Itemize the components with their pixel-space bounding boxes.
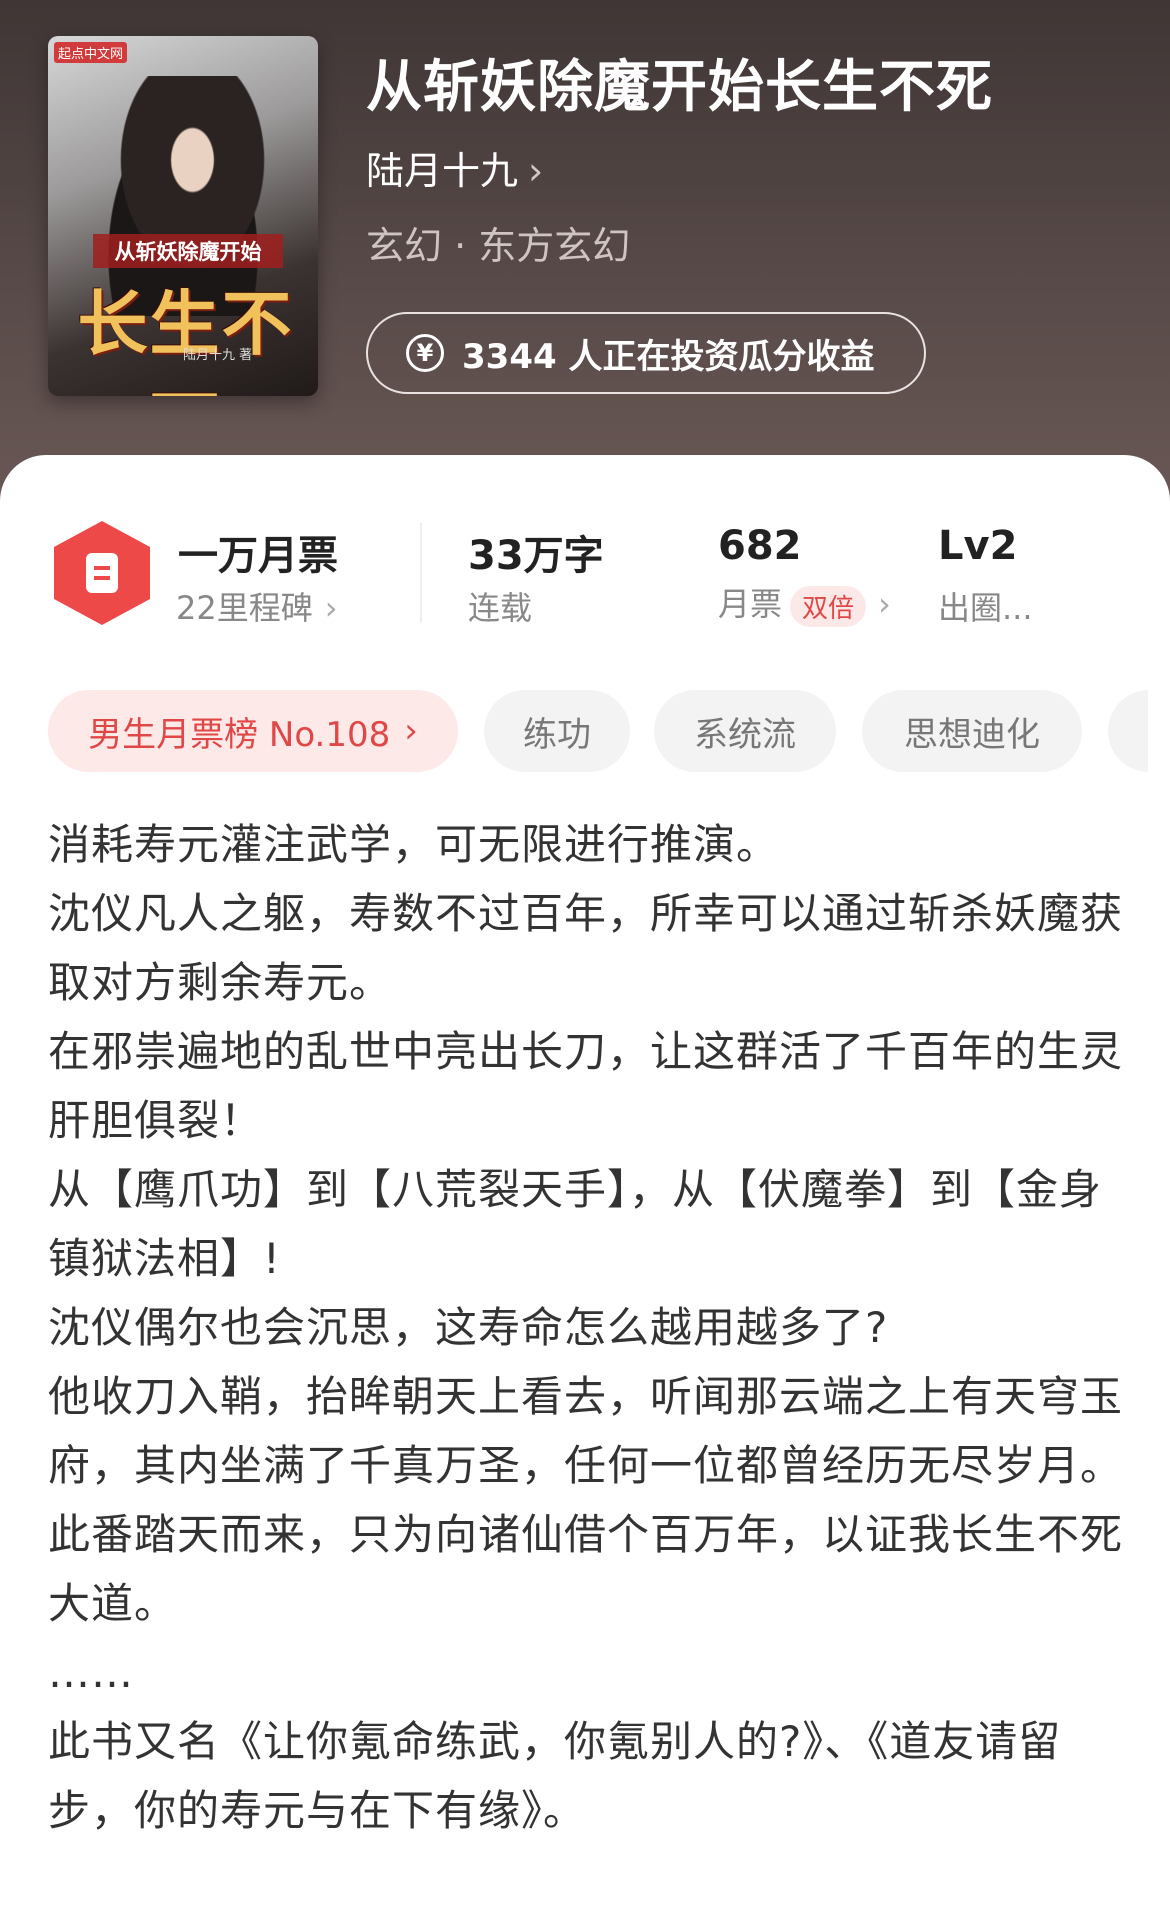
- monthly-ticket-icon: [54, 521, 150, 625]
- tag-item[interactable]: 思想迪化: [862, 690, 1082, 772]
- rank-tag[interactable]: 男生月票榜 No.108 ›: [48, 690, 458, 772]
- level-main: Lv2: [938, 523, 1018, 569]
- tag-item[interactable]: 练功: [484, 690, 630, 772]
- tag-item-partial[interactable]: [1108, 690, 1148, 772]
- cover-title-line1: 从斩妖除魔开始: [93, 234, 283, 268]
- author-link[interactable]: 陆月十九 ›: [366, 140, 543, 195]
- chevron-right-icon: ›: [324, 589, 338, 627]
- desc-paragraph: 他收刀入鞘，抬眸朝天上看去，听闻那云端之上有天穹玉府，其内坐满了千真万圣，任何一…: [48, 1372, 1124, 1490]
- milestone-sub: 22里程碑 ›: [176, 589, 338, 627]
- stats-row: 一万月票 22里程碑 › 33万字 连载 682 月票 双倍 › Lv2 出圈...: [0, 455, 1170, 635]
- desc-paragraph: 此番踏天而来，只为向诸仙借个百万年，以证我长生不死大道。: [48, 1510, 1124, 1628]
- level-sub: 出圈...: [938, 589, 1033, 627]
- book-info-card: 一万月票 22里程碑 › 33万字 连载 682 月票 双倍 › Lv2 出圈... …: [0, 455, 1170, 1929]
- invest-button[interactable]: ¥ 3344 人正在投资瓜分收益: [366, 312, 926, 394]
- double-badge: 双倍: [790, 585, 867, 627]
- chevron-right-icon: ›: [404, 711, 418, 751]
- ticket-count: 682: [718, 523, 802, 569]
- book-header: 起点中文网 从斩妖除魔开始 长生不死 陆月十九 著 从斩妖除魔开始长生不死 陆月…: [0, 0, 1170, 520]
- desc-paragraph: 在邪祟遍地的乱世中亮出长刀，让这群活了千百年的生灵肝胆俱裂！: [48, 1027, 1124, 1145]
- desc-paragraph: 消耗寿元灌注武学，可无限进行推演。: [48, 820, 780, 869]
- desc-paragraph: 从【鹰爪功】到【八荒裂天手】，从【伏魔拳】到【金身镇狱法相】!: [48, 1165, 1103, 1283]
- cover-title-line2: 长生不死: [77, 282, 294, 396]
- word-count: 33万字: [468, 533, 604, 579]
- stats-divider: [420, 523, 422, 623]
- chevron-right-icon: ›: [528, 149, 544, 193]
- invest-label: 3344 人正在投资瓜分收益: [462, 336, 875, 377]
- desc-paragraph: 沈仪凡人之躯，寿数不过百年，所幸可以通过斩杀妖魔获取对方剩余寿元。: [48, 889, 1124, 1007]
- desc-paragraph: 此书又名《让你氪命练武，你氪别人的?》、《道友请留步，你的寿元与在下有缘》。: [48, 1717, 1062, 1835]
- author-name: 陆月十九: [366, 149, 519, 193]
- book-description[interactable]: 消耗寿元灌注武学，可无限进行推演。 沈仪凡人之躯，寿数不过百年，所幸可以通过斩杀…: [48, 810, 1128, 1845]
- cover-author-sign: 陆月十九 著: [183, 348, 253, 363]
- yen-icon: ¥: [406, 334, 444, 372]
- book-genre: 玄幻 · 东方玄幻: [366, 224, 631, 268]
- desc-paragraph: 沈仪偶尔也会沉思，这寿命怎么越用越多了?: [48, 1303, 889, 1352]
- serial-status: 连载: [468, 589, 533, 627]
- chevron-right-icon: ›: [878, 585, 891, 623]
- desc-paragraph: ……: [48, 1648, 134, 1697]
- book-cover[interactable]: 起点中文网 从斩妖除魔开始 长生不死 陆月十九 著: [48, 36, 318, 396]
- book-title: 从斩妖除魔开始长生不死: [366, 55, 993, 120]
- milestone-main: 一万月票: [178, 533, 338, 579]
- tag-item[interactable]: 系统流: [654, 690, 836, 772]
- tag-row: 男生月票榜 No.108 › 练功 系统流 思想迪化: [48, 690, 1148, 772]
- cover-publisher-badge: 起点中文网: [54, 42, 128, 63]
- ticket-sub: 月票 双倍 ›: [718, 579, 891, 627]
